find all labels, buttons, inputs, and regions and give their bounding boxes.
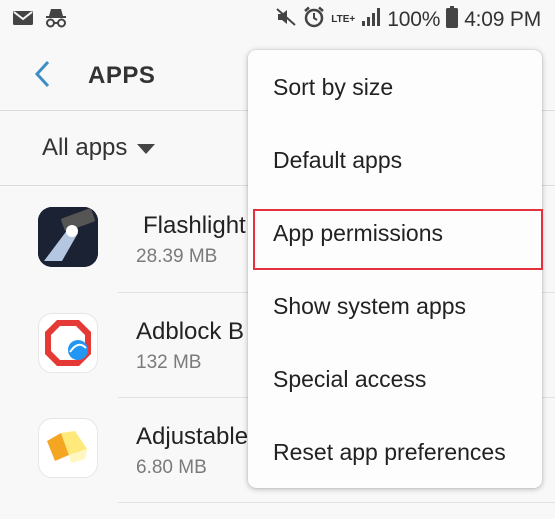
app-size: 132 MB <box>136 352 202 373</box>
lte-icon: LTE+ <box>331 13 356 25</box>
menu-item-label: Sort by size <box>273 74 394 100</box>
menu-item-label: Show system apps <box>273 293 467 319</box>
status-right-icons: LTE+ 100% 4:09 PM <box>275 6 541 33</box>
menu-item-reset-app-preferences[interactable]: Reset app preferences <box>248 415 542 488</box>
status-bar: LTE+ 100% 4:09 PM <box>0 0 555 38</box>
battery-icon <box>446 6 459 33</box>
adblock-app-icon <box>38 313 98 373</box>
menu-item-special-access[interactable]: Special access <box>248 342 542 415</box>
page-title: APPS <box>88 62 156 89</box>
flashlight-app-icon <box>38 207 98 267</box>
signal-icon <box>361 7 381 32</box>
chevron-left-icon <box>34 60 50 88</box>
mute-icon <box>275 7 297 32</box>
menu-item-sort-by-size[interactable]: Sort by size <box>248 50 542 123</box>
app-name: Flashlight <box>143 212 246 239</box>
app-size: 28.39 MB <box>136 246 218 267</box>
menu-item-default-apps[interactable]: Default apps <box>248 123 542 196</box>
mail-icon <box>12 9 34 32</box>
status-left-icons <box>12 7 68 34</box>
row-divider <box>118 502 555 503</box>
battery-percent: 100% <box>387 7 441 31</box>
alarm-icon <box>303 6 325 33</box>
filter-label: All apps <box>42 134 128 161</box>
app-name: Adjustable <box>136 423 249 450</box>
menu-item-label: Special access <box>273 366 427 392</box>
back-button[interactable] <box>28 58 56 90</box>
app-size: 6.80 MB <box>136 457 207 478</box>
menu-item-label: Default apps <box>273 147 403 173</box>
adjustable-app-icon <box>38 418 98 478</box>
clock: 4:09 PM <box>464 7 541 31</box>
app-name: Adblock B <box>136 318 245 345</box>
menu-item-show-system-apps[interactable]: Show system apps <box>248 269 542 342</box>
incognito-icon <box>44 7 68 34</box>
highlight-box <box>253 209 543 270</box>
app-filter-dropdown[interactable]: All apps <box>42 134 156 162</box>
dropdown-caret-icon <box>137 144 156 154</box>
menu-item-label: Reset app preferences <box>273 439 506 465</box>
